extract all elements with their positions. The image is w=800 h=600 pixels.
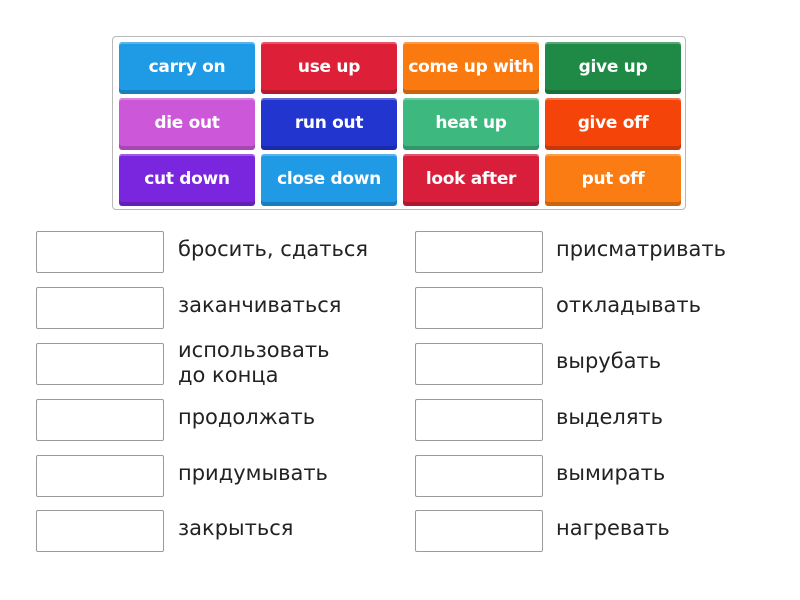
answer-tile[interactable]: use up	[261, 42, 397, 94]
drop-slot[interactable]	[415, 231, 543, 273]
tile-label: run out	[294, 113, 364, 133]
tile-label: give up	[578, 57, 648, 77]
answer-tile[interactable]: put off	[545, 154, 681, 206]
definition-label: бросить, сдаться	[178, 237, 369, 261]
definition-label: откладывать	[556, 293, 702, 317]
answer-tile[interactable]: give off	[545, 98, 681, 150]
tile-label: use up	[297, 57, 361, 77]
drop-slot[interactable]	[36, 287, 164, 329]
drop-slot[interactable]	[415, 510, 543, 552]
drop-slot[interactable]	[415, 455, 543, 497]
tile-label: carry on	[148, 57, 226, 77]
tile-label: die out	[154, 113, 220, 133]
drop-slot[interactable]	[36, 343, 164, 385]
drop-slot[interactable]	[415, 287, 543, 329]
answer-tile[interactable]: close down	[261, 154, 397, 206]
tile-label: put off	[581, 169, 645, 189]
answer-tile[interactable]: carry on	[119, 42, 255, 94]
definition-label: вырубать	[556, 349, 662, 373]
definition-label: продолжать	[178, 405, 316, 429]
answer-tile[interactable]: look after	[403, 154, 539, 206]
definition-label: выделять	[556, 405, 664, 429]
definition-label: вымирать	[556, 461, 666, 485]
answer-tile[interactable]: die out	[119, 98, 255, 150]
definition-label: присматривать	[556, 237, 727, 261]
definition-label: придумывать	[178, 461, 328, 485]
definition-label: закрыться	[178, 516, 294, 540]
drop-slot[interactable]	[36, 399, 164, 441]
tile-label: give off	[577, 113, 649, 133]
drop-slot[interactable]	[36, 510, 164, 552]
answer-tile[interactable]: heat up	[403, 98, 539, 150]
answer-tile[interactable]: run out	[261, 98, 397, 150]
answer-tile[interactable]: come up with	[403, 42, 539, 94]
drop-slot[interactable]	[36, 455, 164, 497]
tile-label: heat up	[435, 113, 507, 133]
tile-label: look after	[425, 169, 517, 189]
drop-slot[interactable]	[36, 231, 164, 273]
definition-label: использовать до конца	[178, 338, 330, 387]
drop-slot[interactable]	[415, 399, 543, 441]
definition-label: нагревать	[556, 516, 670, 540]
drop-slot[interactable]	[415, 343, 543, 385]
tile-label: come up with	[408, 57, 534, 77]
answer-tile[interactable]: give up	[545, 42, 681, 94]
definition-label: заканчиваться	[178, 293, 342, 317]
answer-tile[interactable]: cut down	[119, 154, 255, 206]
tile-label: cut down	[144, 169, 230, 189]
tile-label: close down	[277, 169, 381, 189]
